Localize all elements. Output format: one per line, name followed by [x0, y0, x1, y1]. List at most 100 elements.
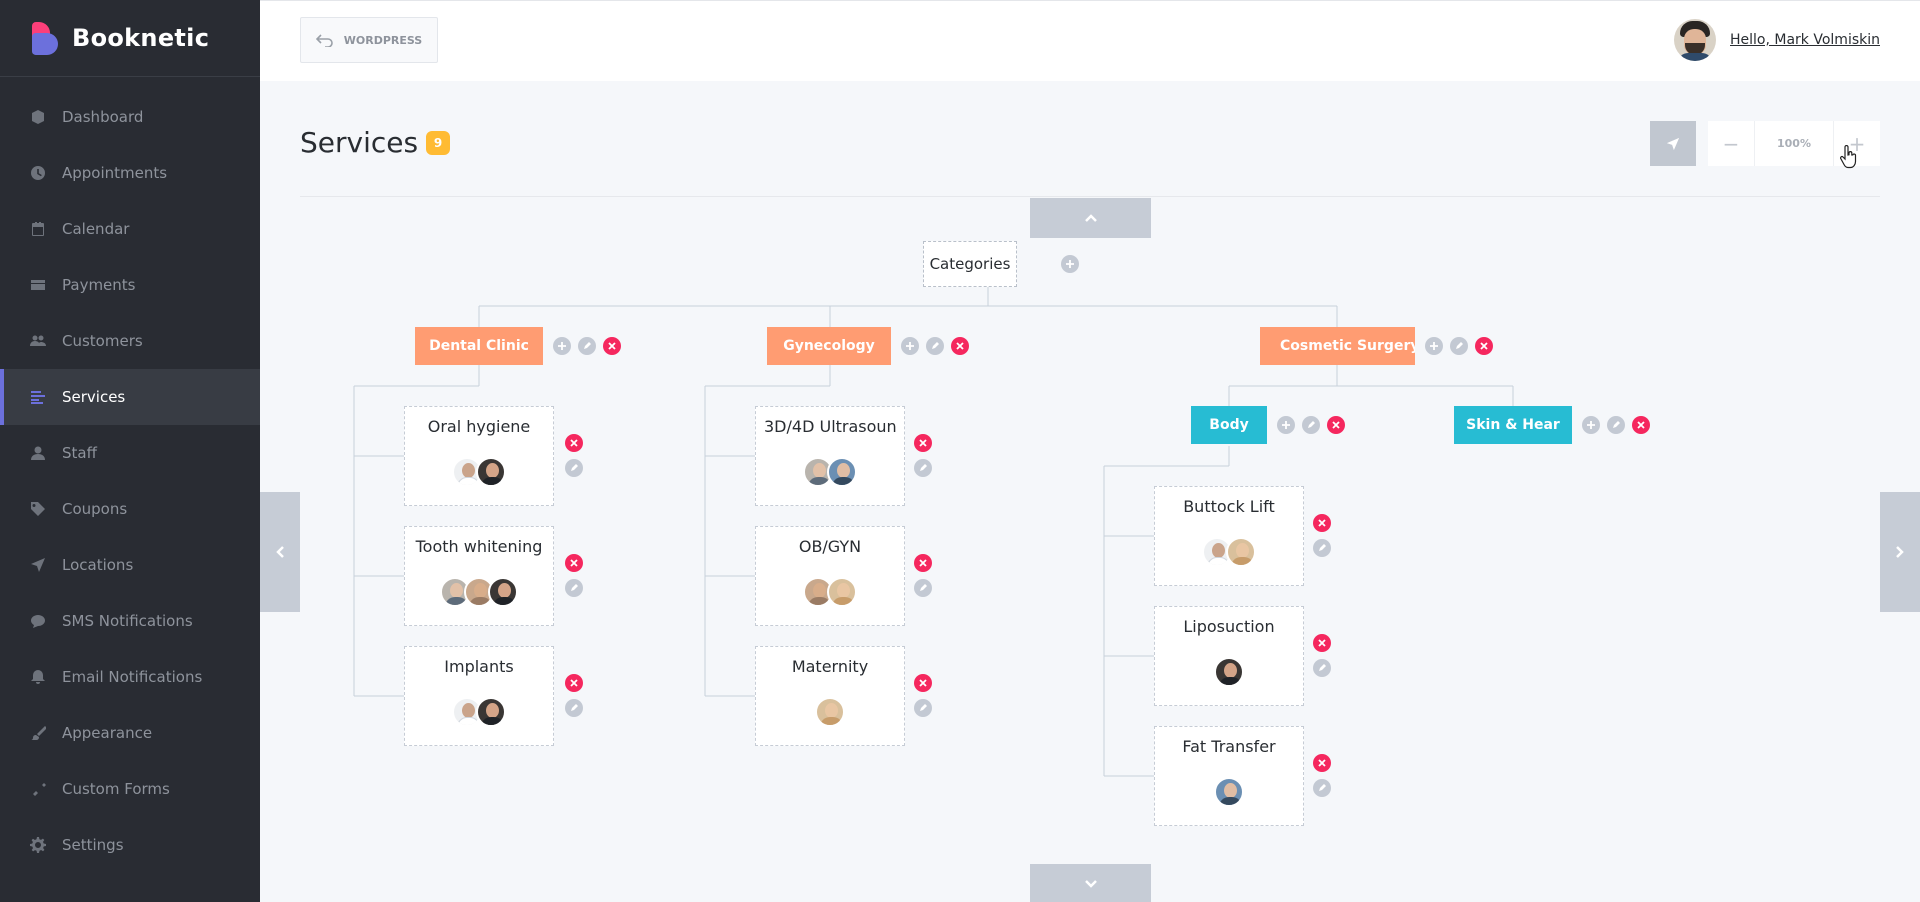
service-card[interactable]: Tooth whitening [404, 526, 554, 626]
add-subcategory-button[interactable] [901, 337, 919, 355]
add-category-button[interactable] [1061, 255, 1079, 273]
chevron-down-icon [1084, 880, 1097, 888]
add-subcategory-button[interactable] [1582, 416, 1600, 434]
location-arrow-icon [30, 557, 46, 573]
brand[interactable]: Booknetic [0, 0, 260, 77]
sidebar-item-appointments[interactable]: Appointments [0, 145, 260, 201]
delete-service-button[interactable] [914, 434, 932, 452]
categories-root-node[interactable]: Categories [923, 241, 1017, 287]
pencil-icon [1319, 544, 1326, 551]
sidebar-item-coupons[interactable]: Coupons [0, 481, 260, 537]
delete-service-button[interactable] [914, 674, 932, 692]
service-card[interactable]: OB/GYN [755, 526, 905, 626]
pencil-icon [571, 584, 578, 591]
scroll-left-button[interactable] [260, 492, 300, 612]
back-label: WORDPRESS [343, 33, 423, 47]
delete-category-button[interactable] [1475, 337, 1493, 355]
service-card[interactable]: 3D/4D Ultrasound [755, 406, 905, 506]
sidebar-item-dashboard[interactable]: Dashboard [0, 89, 260, 145]
delete-service-button[interactable] [565, 434, 583, 452]
pencil-icon [1308, 421, 1315, 428]
chat-bubble-icon [30, 613, 46, 629]
edit-category-button[interactable] [1607, 416, 1625, 434]
delete-service-button[interactable] [914, 554, 932, 572]
edit-service-button[interactable] [565, 699, 583, 717]
staff-avatar [827, 457, 857, 487]
service-card[interactable]: Implants [404, 646, 554, 746]
delete-service-button[interactable] [565, 674, 583, 692]
subcategory-skin-hear[interactable]: Skin & Hear [1454, 406, 1572, 444]
staff-avatars [1155, 537, 1303, 567]
user-menu[interactable]: Hello, Mark Volmiskin [1674, 19, 1880, 61]
delete-category-button[interactable] [1632, 416, 1650, 434]
edit-service-button[interactable] [1313, 659, 1331, 677]
add-subcategory-button[interactable] [553, 337, 571, 355]
back-to-wordpress-button[interactable]: WORDPRESS [300, 17, 438, 63]
edit-category-button[interactable] [1450, 337, 1468, 355]
delete-category-button[interactable] [603, 337, 621, 355]
staff-avatars [756, 457, 904, 487]
sidebar-item-customers[interactable]: Customers [0, 313, 260, 369]
sidebar-item-label: SMS Notifications [62, 612, 193, 630]
delete-service-button[interactable] [1313, 514, 1331, 532]
staff-avatars [405, 457, 553, 487]
close-icon [1480, 342, 1488, 350]
edit-category-button[interactable] [578, 337, 596, 355]
service-card[interactable]: Fat Transfer [1154, 726, 1304, 826]
sidebar-item-email-notifications[interactable]: Email Notifications [0, 649, 260, 705]
add-subcategory-button[interactable] [1277, 416, 1295, 434]
edit-service-button[interactable] [914, 579, 932, 597]
edit-category-button[interactable] [1302, 416, 1320, 434]
sidebar-item-appearance[interactable]: Appearance [0, 705, 260, 761]
edit-service-button[interactable] [914, 699, 932, 717]
sidebar-item-services[interactable]: Services [0, 369, 260, 425]
category-gynecology[interactable]: Gynecology [767, 327, 891, 365]
service-card[interactable]: Oral hygiene [404, 406, 554, 506]
delete-service-button[interactable] [1313, 634, 1331, 652]
category-cosmetic-surgery[interactable]: Cosmetic Surgery [1260, 327, 1415, 365]
navigate-button[interactable] [1650, 121, 1696, 166]
zoom-out-button[interactable]: − [1708, 121, 1754, 166]
user-greeting[interactable]: Hello, Mark Volmiskin [1730, 32, 1880, 48]
sidebar-item-custom-forms[interactable]: Custom Forms [0, 761, 260, 817]
staff-avatars [1155, 777, 1303, 807]
service-card[interactable]: Liposuction [1154, 606, 1304, 706]
sidebar-item-label: Appointments [62, 164, 168, 182]
sidebar-item-payments[interactable]: Payments [0, 257, 260, 313]
sidebar-item-label: Settings [62, 836, 124, 854]
delete-service-button[interactable] [565, 554, 583, 572]
service-card[interactable]: Buttock Lift [1154, 486, 1304, 586]
add-subcategory-button[interactable] [1425, 337, 1443, 355]
pencil-icon [571, 464, 578, 471]
sidebar-item-sms-notifications[interactable]: SMS Notifications [0, 593, 260, 649]
close-icon [956, 342, 964, 350]
delete-service-button[interactable] [1313, 754, 1331, 772]
close-icon [919, 439, 927, 447]
edit-service-button[interactable] [565, 459, 583, 477]
sidebar-item-label: Appearance [62, 724, 153, 742]
scroll-right-button[interactable] [1880, 492, 1920, 612]
subcategory-body[interactable]: Body [1191, 406, 1267, 444]
scroll-up-button[interactable] [1030, 198, 1151, 238]
edit-service-button[interactable] [1313, 779, 1331, 797]
sidebar-item-calendar[interactable]: Calendar [0, 201, 260, 257]
staff-avatar [1214, 777, 1244, 807]
sidebar-item-locations[interactable]: Locations [0, 537, 260, 593]
staff-avatar [476, 457, 506, 487]
user-avatar[interactable] [1674, 19, 1716, 61]
sidebar: Booknetic Dashboard Appointments Calenda… [0, 0, 260, 902]
delete-category-button[interactable] [1327, 416, 1345, 434]
scroll-down-button[interactable] [1030, 864, 1151, 902]
sidebar-item-label: Calendar [62, 220, 130, 238]
edit-service-button[interactable] [914, 459, 932, 477]
edit-service-button[interactable] [565, 579, 583, 597]
edit-category-button[interactable] [926, 337, 944, 355]
edit-service-button[interactable] [1313, 539, 1331, 557]
service-card[interactable]: Maternity [755, 646, 905, 746]
sidebar-item-settings[interactable]: Settings [0, 817, 260, 873]
category-dental-clinic[interactable]: Dental Clinic [415, 327, 543, 365]
user-icon [30, 445, 46, 461]
delete-category-button[interactable] [951, 337, 969, 355]
sidebar-item-staff[interactable]: Staff [0, 425, 260, 481]
zoom-level: 100% [1754, 121, 1834, 166]
